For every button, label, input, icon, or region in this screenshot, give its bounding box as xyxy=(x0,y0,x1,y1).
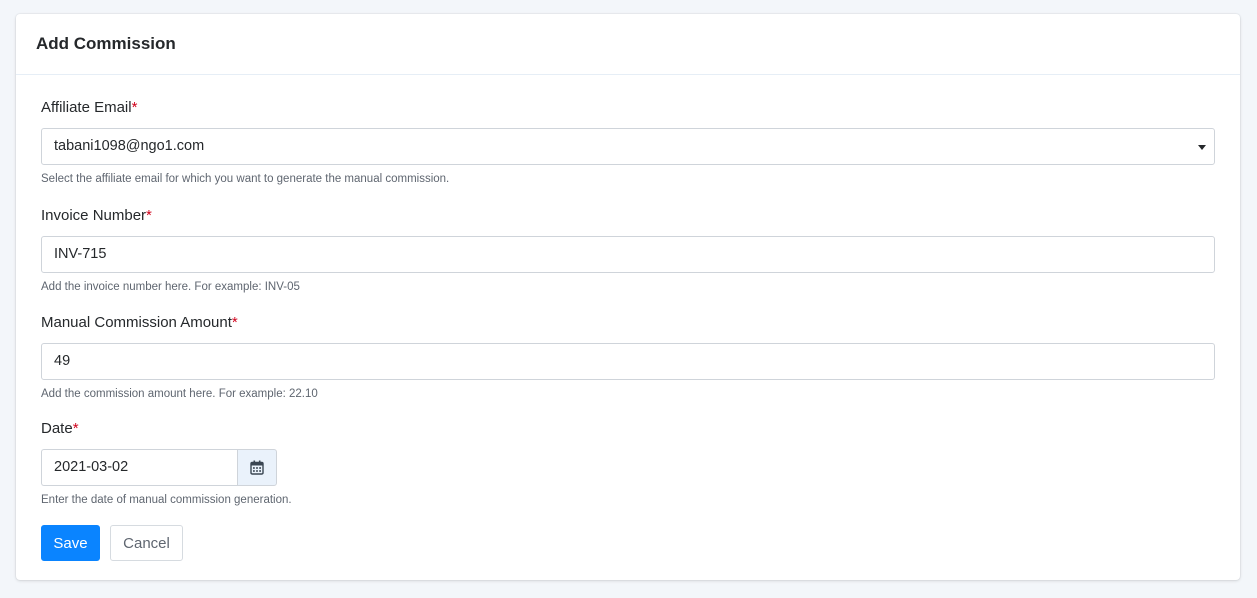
affiliate-email-label-text: Affiliate Email xyxy=(41,99,132,116)
required-mark: * xyxy=(231,314,238,331)
invoice-number-help: Add the invoice number here. For example… xyxy=(41,281,300,293)
calendar-icon xyxy=(250,460,264,475)
commission-amount-label: Manual Commission Amount* xyxy=(41,314,1215,332)
commission-amount-group: Manual Commission Amount* 49 Add the com… xyxy=(41,314,1215,401)
add-commission-card: Add Commission Affiliate Email* tabani10… xyxy=(16,14,1240,580)
date-input-group: 2021-03-02 xyxy=(41,449,1215,486)
page-title: Add Commission xyxy=(36,34,176,53)
commission-amount-label-text: Manual Commission Amount xyxy=(41,314,232,331)
commission-amount-help: Add the commission amount here. For exam… xyxy=(41,388,318,400)
commission-amount-input[interactable]: 49 xyxy=(41,343,1215,380)
form-actions: Save Cancel xyxy=(41,525,183,561)
required-mark: * xyxy=(131,99,138,116)
invoice-number-group: Invoice Number* INV-715 Add the invoice … xyxy=(41,207,1215,294)
affiliate-email-value: tabani1098@ngo1.com xyxy=(54,138,205,154)
card-header: Add Commission xyxy=(16,14,1240,75)
date-input[interactable]: 2021-03-02 xyxy=(41,449,237,486)
date-group: Date* 2021-03-02 Enter the date of manua… xyxy=(41,420,1215,507)
date-label-text: Date xyxy=(41,420,73,437)
affiliate-email-label: Affiliate Email* xyxy=(41,99,1215,117)
caret-down-icon[interactable] xyxy=(1198,145,1206,150)
affiliate-email-help: Select the affiliate email for which you… xyxy=(41,173,450,185)
invoice-number-label: Invoice Number* xyxy=(41,207,1215,225)
date-label: Date* xyxy=(41,420,1215,438)
invoice-number-label-text: Invoice Number xyxy=(41,207,147,224)
affiliate-email-group: Affiliate Email* tabani1098@ngo1.com Sel… xyxy=(41,99,1215,186)
date-picker-button[interactable] xyxy=(237,449,277,486)
cancel-button[interactable]: Cancel xyxy=(110,525,183,561)
required-mark: * xyxy=(72,420,79,437)
date-help: Enter the date of manual commission gene… xyxy=(41,494,292,506)
required-mark: * xyxy=(146,207,152,224)
save-button[interactable]: Save xyxy=(41,525,100,561)
invoice-number-input[interactable]: INV-715 xyxy=(41,236,1215,273)
affiliate-email-select[interactable]: tabani1098@ngo1.com xyxy=(41,128,1215,165)
